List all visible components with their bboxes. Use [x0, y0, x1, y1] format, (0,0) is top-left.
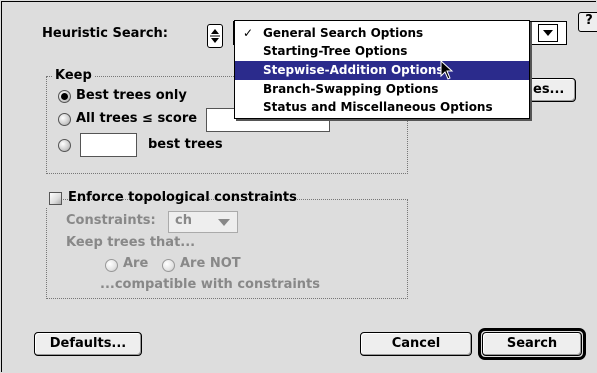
menu-item-branch-swapping[interactable]: Branch-Swapping Options: [235, 80, 529, 99]
search-button[interactable]: Search: [482, 332, 582, 356]
menu-item-status-misc[interactable]: Status and Miscellaneous Options: [235, 98, 529, 117]
options-stepper[interactable]: [207, 24, 223, 48]
constraints-select-value: ch: [175, 213, 192, 228]
all-trees-score-label: All trees ≤ score: [76, 111, 198, 126]
menu-item-label: Branch-Swapping Options: [263, 82, 439, 96]
menu-item-starting-tree[interactable]: Starting-Tree Options: [235, 42, 529, 61]
are-label: Are: [123, 256, 149, 271]
enforce-constraints-row: Enforce topological constraints: [46, 188, 297, 208]
best-n-trees-label: best trees: [148, 137, 223, 152]
constraints-select[interactable]: ch: [168, 211, 238, 233]
defaults-button[interactable]: Defaults...: [34, 332, 142, 356]
constraints-label: Constraints:: [66, 213, 156, 228]
menu-item-stepwise-addition[interactable]: Stepwise-Addition Options: [235, 61, 529, 80]
hidden-button-label: es...: [533, 82, 565, 97]
checkmark-icon: ✓: [243, 26, 254, 40]
heuristic-search-dialog: Heuristic Search: ? es... Keep Best tree…: [1, 1, 597, 372]
best-n-input[interactable]: [80, 133, 137, 157]
are-not-radio[interactable]: [162, 259, 175, 272]
menu-item-general-search[interactable]: ✓ General Search Options: [235, 24, 529, 43]
best-n-trees-radio[interactable]: [58, 139, 71, 152]
menu-item-label: General Search Options: [263, 26, 424, 40]
keep-trees-that-label: Keep trees that...: [66, 235, 196, 250]
enforce-constraints-checkbox[interactable]: [49, 192, 62, 205]
best-trees-only-radio[interactable]: [58, 90, 71, 103]
menu-item-label: Status and Miscellaneous Options: [263, 100, 493, 114]
are-not-label: Are NOT: [180, 256, 241, 271]
heuristic-search-label: Heuristic Search:: [42, 26, 168, 41]
keep-group-title: Keep: [52, 68, 95, 83]
cancel-button[interactable]: Cancel: [360, 332, 472, 356]
are-radio[interactable]: [105, 259, 118, 272]
all-trees-score-radio[interactable]: [58, 113, 71, 126]
enforce-constraints-label: Enforce topological constraints: [68, 190, 297, 205]
best-trees-only-label: Best trees only: [76, 88, 187, 103]
compatible-label: ...compatible with constraints: [100, 277, 321, 292]
menu-item-label: Starting-Tree Options: [263, 44, 408, 58]
chevron-down-icon: [538, 24, 558, 42]
help-button[interactable]: ?: [578, 12, 597, 32]
chevron-down-icon: [218, 219, 230, 226]
options-menu: ✓ General Search Options Starting-Tree O…: [234, 20, 530, 119]
mouse-cursor-icon: [440, 60, 454, 80]
menu-item-label: Stepwise-Addition Options: [263, 63, 444, 77]
